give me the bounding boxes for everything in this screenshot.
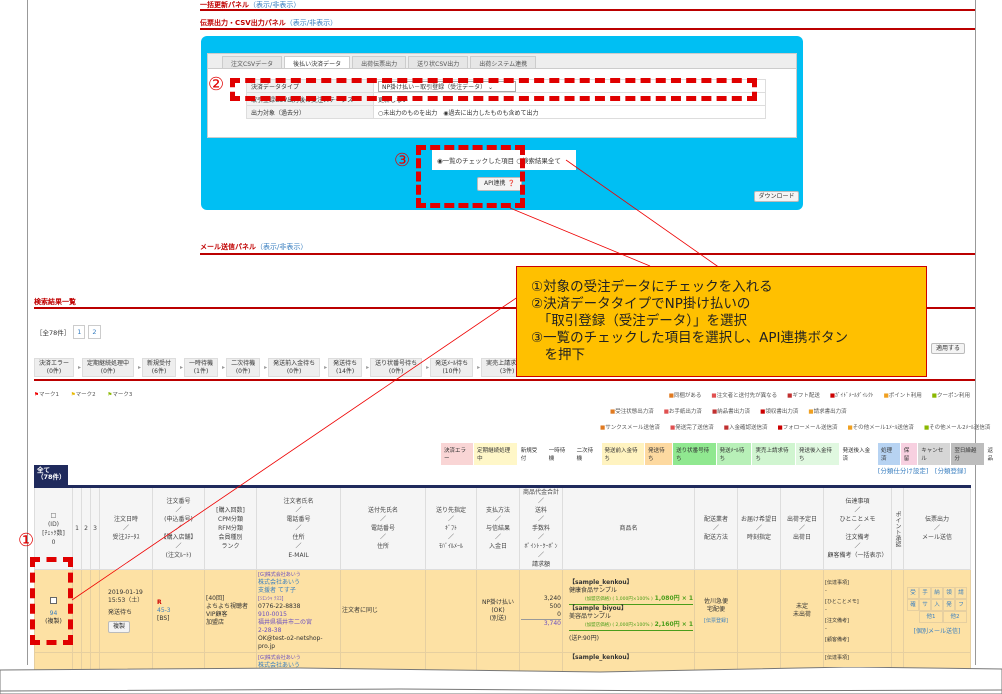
torn-page-edge bbox=[0, 667, 1002, 694]
connector-line-3 bbox=[509, 207, 651, 267]
connector-line-1 bbox=[71, 289, 529, 601]
callout-line: ②決済データタイプでNP掛け払いの bbox=[531, 296, 751, 312]
callout-line: ③一覧のチェックした項目を選択し、API連携ボタン bbox=[531, 330, 848, 346]
callout-line: を押下 bbox=[531, 347, 585, 363]
instruction-callout: ①対象の受注データにチェックを入れる ②決済データタイプでNP掛け払いの 「取引登… bbox=[516, 266, 927, 377]
connector-line-2 bbox=[565, 159, 721, 269]
callout-line: 「取引登録（受注データ）」を選択 bbox=[531, 313, 747, 329]
callout-line: ①対象の受注データにチェックを入れる bbox=[531, 279, 773, 295]
